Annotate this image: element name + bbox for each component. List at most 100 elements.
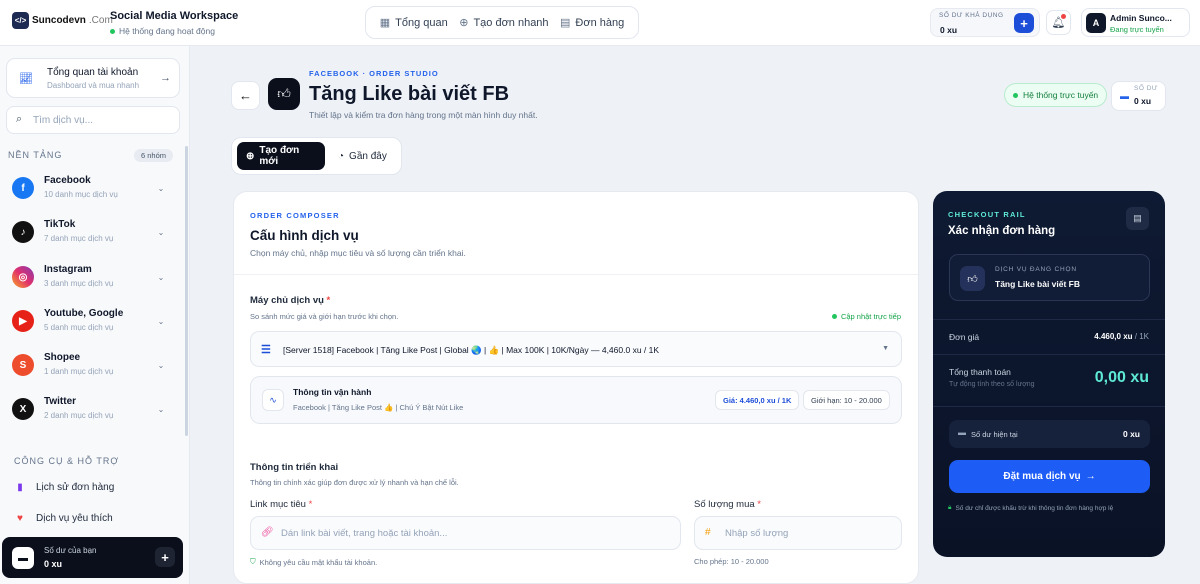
sidebar-item-favorites[interactable]: ♥ Dịch vụ yêu thích bbox=[14, 513, 113, 524]
top-nav: ▦ Tổng quan ⊕ Tạo đơn nhanh ▤ Đơn hàng bbox=[365, 6, 639, 39]
tab-recent[interactable]: ◔ Gần đây bbox=[329, 142, 396, 170]
link-input[interactable]: 🔗︎ Dán link bài viết, trang hoặc tài kho… bbox=[250, 516, 681, 550]
logo-text: Suncodevn bbox=[32, 15, 86, 26]
checkout-note: 🔒︎ Số dư chỉ được khấu trừ khi thông tin … bbox=[948, 504, 1113, 512]
sidebar-item-instagram[interactable]: ◎ Instagram 3 danh mục dịch vụ ⌄ bbox=[8, 262, 180, 298]
nav-orders[interactable]: ▤ Đơn hàng bbox=[560, 16, 624, 30]
checkout-note-text: Số dư chỉ được khấu trừ khi thông tin đơ… bbox=[955, 504, 1114, 512]
server-select[interactable]: ☰ [Server 1518] Facebook | Tăng Like Pos… bbox=[250, 331, 902, 367]
selected-service: 👍︎ DỊCH VỤ ĐANG CHỌN Tăng Like bài viết … bbox=[949, 254, 1150, 301]
sidebar-top-up-button[interactable]: + bbox=[155, 547, 175, 567]
chart-icon: 📈︎ bbox=[19, 73, 33, 85]
sidebar-item-facebook[interactable]: f Facebook 10 danh mục dịch vụ ⌄ bbox=[8, 173, 180, 209]
top-up-button[interactable]: + bbox=[1014, 13, 1034, 33]
avatar: A bbox=[1086, 13, 1106, 33]
thumbs-up-icon: 👍︎ bbox=[960, 266, 985, 291]
header-balance: ▬ SỐ DƯ 0 xu bbox=[1111, 81, 1166, 111]
lock-icon: 🔒︎ bbox=[948, 504, 952, 511]
server-selected-value: [Server 1518] Facebook | Tăng Like Post … bbox=[283, 345, 660, 355]
search-placeholder: Tìm dịch vụ... bbox=[33, 115, 94, 126]
status-dot-icon bbox=[1013, 92, 1018, 98]
status-dot-icon bbox=[110, 28, 115, 34]
order-tabs: ⊕ Tạo đơn mới ◔ Gần đây bbox=[231, 137, 402, 175]
user-menu[interactable]: A Admin Sunco... Đang trực tuyến bbox=[1081, 8, 1190, 37]
brand-logo[interactable]: </> Suncodevn .Com bbox=[12, 12, 113, 29]
chevron-down-icon[interactable]: ⌄ bbox=[152, 400, 170, 418]
server-list-icon: ☰ bbox=[261, 344, 271, 356]
account-overview-subtitle: Dashboard và mua nhanh bbox=[47, 81, 140, 90]
nav-overview[interactable]: ▦ Tổng quan bbox=[380, 16, 448, 30]
document-icon: ▤ bbox=[1126, 207, 1149, 230]
system-online-badge: Hệ thống trực tuyến bbox=[1004, 83, 1108, 107]
divider bbox=[933, 406, 1165, 407]
workspace-title: Social Media Workspace bbox=[110, 10, 239, 22]
platform-sub: 2 danh mục dịch vụ bbox=[44, 411, 114, 420]
twitter-x-icon: X bbox=[12, 398, 34, 420]
wallet-icon: ▬ bbox=[12, 547, 34, 569]
platform-name: Facebook bbox=[44, 175, 91, 186]
header-balance-value: 0 xu bbox=[1134, 96, 1152, 106]
top-balance: SỐ DƯ KHẢ DỤNG 0 xu + bbox=[930, 8, 1040, 37]
hash-icon: # bbox=[705, 527, 711, 538]
checkout-title: Xác nhận đơn hàng bbox=[948, 225, 1056, 237]
chevron-down-icon[interactable]: ⌄ bbox=[152, 268, 170, 286]
live-update-text: Cập nhật trực tiếp bbox=[840, 312, 901, 321]
sidebar-item-youtube[interactable]: ▶ Youtube, Google 5 danh mục dịch vụ ⌄ bbox=[8, 306, 180, 342]
notification-button[interactable]: 🔔︎ bbox=[1046, 10, 1071, 35]
chevron-down-icon[interactable]: ⌄ bbox=[152, 179, 170, 197]
checkout-kicker: CHECKOUT RAIL bbox=[948, 210, 1026, 219]
sidebar-balance-value: 0 xu bbox=[44, 559, 63, 569]
account-overview-card[interactable]: 📈︎ Tổng quan tài khoản Dashboard và mua … bbox=[6, 58, 180, 98]
nav-quick-order[interactable]: ⊕ Tạo đơn nhanh bbox=[459, 16, 549, 30]
clock-icon: ◔ bbox=[338, 150, 345, 162]
unit-price-value: 4.460,0 xu bbox=[1094, 332, 1133, 341]
link-label: Link mục tiêu * bbox=[250, 499, 312, 510]
tool-label: Dịch vụ yêu thích bbox=[36, 513, 113, 524]
sidebar-item-tiktok[interactable]: ♪ TikTok 7 danh mục dịch vụ ⌄ bbox=[8, 217, 180, 253]
nav-quick-order-label: Tạo đơn nhanh bbox=[473, 16, 549, 29]
chevron-down-icon[interactable]: ⌄ bbox=[152, 312, 170, 330]
platform-name: Youtube, Google bbox=[44, 308, 124, 319]
limit-chip: Giới hạn: 10 - 20.000 bbox=[803, 390, 890, 410]
total-subtitle: Tự động tính theo số lượng bbox=[949, 381, 1035, 388]
tab-new-order[interactable]: ⊕ Tạo đơn mới bbox=[237, 142, 325, 170]
plus-circle-icon: ⊕ bbox=[459, 17, 469, 29]
platform-sub: 5 danh mục dịch vụ bbox=[44, 323, 114, 332]
quantity-input[interactable]: # Nhập số lượng bbox=[694, 516, 902, 550]
top-balance-label: SỐ DƯ KHẢ DỤNG bbox=[939, 12, 1004, 19]
sidebar-scrollbar[interactable] bbox=[185, 146, 188, 436]
operation-info-sub: Facebook | Tăng Like Post 👍 | Chú Ý Bật … bbox=[293, 403, 464, 412]
platform-sub: 3 danh mục dịch vụ bbox=[44, 279, 114, 288]
service-search[interactable]: ⌕ Tìm dịch vụ... bbox=[6, 106, 180, 134]
composer-subtitle: Chọn máy chủ, nhập mục tiêu và số lượng … bbox=[250, 248, 466, 258]
place-order-button[interactable]: Đặt mua dịch vụ → bbox=[949, 460, 1150, 493]
required-mark: * bbox=[308, 499, 313, 510]
link-hint-text: Không yêu cầu mật khẩu tài khoản. bbox=[259, 557, 378, 567]
sidebar-item-twitter[interactable]: X Twitter 2 danh mục dịch vụ ⌄ bbox=[8, 394, 180, 430]
deploy-title: Thông tin triển khai bbox=[250, 462, 339, 473]
receipt-icon: ▤ bbox=[560, 17, 571, 29]
link-placeholder: Dán link bài viết, trang hoặc tài khoản.… bbox=[281, 528, 448, 539]
link-label-text: Link mục tiêu bbox=[250, 499, 306, 510]
platform-name: Instagram bbox=[44, 264, 92, 275]
current-balance-label: Số dư hiện tại bbox=[971, 430, 1018, 439]
composer-kicker: ORDER COMPOSER bbox=[250, 211, 340, 220]
activity-icon: ∿ bbox=[262, 389, 284, 411]
quantity-hint: Cho phép: 10 - 20.000 bbox=[694, 557, 769, 566]
divider bbox=[234, 274, 918, 275]
server-label-text: Máy chủ dịch vụ bbox=[250, 295, 324, 306]
platform-heading: NỀN TẢNG bbox=[8, 150, 63, 160]
plus-circle-icon: ⊕ bbox=[246, 150, 255, 162]
chevron-down-icon[interactable]: ⌄ bbox=[152, 223, 170, 241]
back-button[interactable]: ← bbox=[231, 81, 260, 110]
arrow-left-icon: ← bbox=[239, 88, 252, 103]
selected-service-value: Tăng Like bài viết FB bbox=[995, 279, 1081, 289]
link-icon: 🔗︎ bbox=[261, 527, 274, 538]
platform-count-badge: 6 nhóm bbox=[134, 149, 174, 162]
sidebar-item-order-history[interactable]: ▮ Lịch sử đơn hàng bbox=[14, 482, 114, 493]
chevron-down-icon[interactable]: ⌄ bbox=[152, 356, 170, 374]
instagram-icon: ◎ bbox=[12, 266, 34, 288]
sidebar-item-shopee[interactable]: S Shopee 1 danh mục dịch vụ ⌄ bbox=[8, 350, 180, 386]
shield-icon: ⛉ bbox=[250, 557, 256, 566]
live-update-label: Cập nhật trực tiếp bbox=[831, 312, 901, 321]
